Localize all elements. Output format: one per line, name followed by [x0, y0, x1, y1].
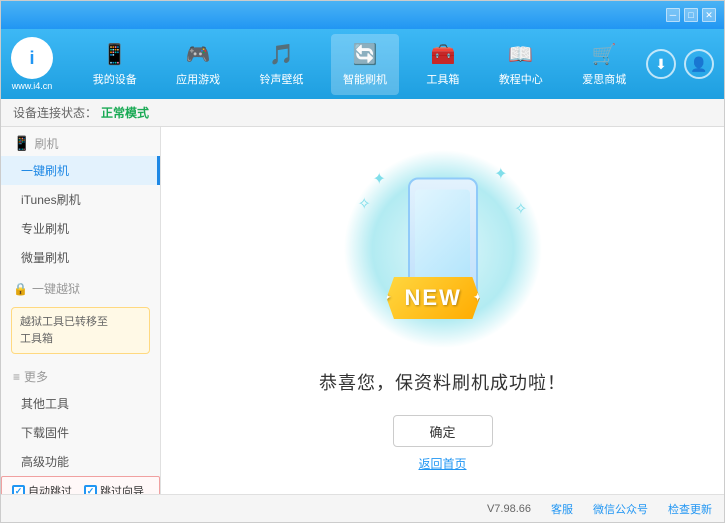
sidebar-locked-section: 🔒 一键越狱	[1, 272, 160, 301]
flash-section-label: 刷机	[34, 135, 58, 152]
nav-label-apps-games: 应用游戏	[176, 71, 220, 87]
nav-label-smart-flash: 智能刷机	[343, 71, 387, 87]
micro-flash-label: 微量刷机	[21, 251, 69, 265]
advanced-label: 高级功能	[21, 455, 69, 469]
auto-jump-box[interactable]	[12, 485, 25, 495]
sparkle-4: ✧	[514, 199, 527, 219]
nav-items: 📱 我的设备 🎮 应用游戏 🎵 铃声壁纸 🔄 智能刷机 🧰 工具箱 📖	[73, 34, 646, 95]
nav-item-apps-games[interactable]: 🎮 应用游戏	[164, 34, 232, 95]
pro-flash-label: 专业刷机	[21, 222, 69, 236]
nav-label-my-device: 我的设备	[93, 71, 137, 87]
center-content: ✦ ✦ ✧ ✧ ✦ NEW ✦ 恭喜您，保	[161, 127, 724, 494]
logo-url: www.i4.cn	[12, 81, 53, 91]
home-link[interactable]: 返回首页	[418, 455, 466, 472]
status-bar: 设备连接状态： 正常模式	[1, 99, 724, 127]
sparkle-3: ✧	[358, 194, 371, 214]
smart-flash-icon: 🔄	[353, 42, 378, 67]
apps-games-icon: 🎮	[186, 42, 211, 67]
sidebar-item-pro-flash[interactable]: 专业刷机	[1, 214, 160, 243]
new-badge: ✦ NEW ✦	[387, 277, 480, 319]
nav-item-my-device[interactable]: 📱 我的设备	[81, 34, 149, 95]
customer-service-link[interactable]: 客服	[551, 501, 573, 517]
sidebar-item-one-key-flash[interactable]: 一键刷机	[1, 156, 160, 185]
tutorial-icon: 📖	[508, 42, 533, 67]
nav-label-toolbox: 工具箱	[426, 71, 459, 87]
mall-icon: 🛒	[592, 42, 617, 67]
confirm-button[interactable]: 确定	[393, 415, 493, 447]
download-firmware-label: 下载固件	[21, 426, 69, 440]
nav-item-ringtone[interactable]: 🎵 铃声壁纸	[248, 34, 316, 95]
title-bar: ─ □ ✕	[1, 1, 724, 29]
sidebar-item-download-firmware[interactable]: 下载固件	[1, 418, 160, 447]
more-section-icon: ≡	[13, 370, 20, 384]
check-update-link[interactable]: 检查更新	[668, 501, 712, 517]
nav-label-tutorial: 教程中心	[499, 71, 543, 87]
sidebar-note: 越狱工具已转移至 工具箱	[11, 307, 150, 354]
footer: V7.98.66 客服 微信公众号 检查更新	[1, 494, 724, 522]
close-button[interactable]: ✕	[702, 8, 716, 22]
nav-item-smart-flash[interactable]: 🔄 智能刷机	[331, 34, 399, 95]
sidebar-item-advanced[interactable]: 高级功能	[1, 447, 160, 476]
nav-item-mall[interactable]: 🛒 爱思商城	[570, 34, 638, 95]
phone-screen	[415, 190, 470, 280]
locked-label: 一键越狱	[32, 280, 80, 297]
wechat-link[interactable]: 微信公众号	[593, 501, 648, 517]
more-section-label: 更多	[24, 368, 48, 385]
user-button[interactable]: 👤	[684, 49, 714, 79]
version-value: 7.98.66	[494, 503, 531, 515]
my-device-icon: 📱	[102, 42, 127, 67]
sparkle-2: ✦	[494, 164, 507, 184]
nav-label-ringtone: 铃声壁纸	[260, 71, 304, 87]
success-illustration: ✦ ✦ ✧ ✧ ✦ NEW ✦	[343, 149, 543, 349]
download-button[interactable]: ⬇	[646, 49, 676, 79]
itunes-flash-label: iTunes刷机	[21, 193, 81, 207]
status-value: 正常模式	[101, 104, 149, 121]
sidebar: 📱 刷机 一键刷机 iTunes刷机 专业刷机 微量刷机 🔒 一键越狱 越狱工具…	[1, 127, 161, 494]
sidebar-item-micro-flash[interactable]: 微量刷机	[1, 243, 160, 272]
top-nav: i www.i4.cn 📱 我的设备 🎮 应用游戏 🎵 铃声壁纸 🔄 智能刷机 …	[1, 29, 724, 99]
nav-right-buttons: ⬇ 👤	[646, 49, 714, 79]
sparkle-1: ✦	[373, 169, 386, 189]
window-controls: ─ □ ✕	[666, 8, 716, 22]
sidebar-section-more: ≡ 更多	[1, 360, 160, 389]
lock-icon: 🔒	[13, 282, 28, 296]
sidebar-section-flash: 📱 刷机	[1, 127, 160, 156]
new-badge-text: NEW	[405, 285, 462, 310]
main-content: 📱 刷机 一键刷机 iTunes刷机 专业刷机 微量刷机 🔒 一键越狱 越狱工具…	[1, 127, 724, 494]
minimize-button[interactable]: ─	[666, 8, 680, 22]
toolbox-icon: 🧰	[430, 42, 455, 67]
flash-section-icon: 📱	[13, 135, 30, 152]
nav-item-toolbox[interactable]: 🧰 工具箱	[414, 34, 471, 95]
sidebar-note-text: 越狱工具已转移至 工具箱	[20, 316, 108, 345]
nav-item-tutorial[interactable]: 📖 教程中心	[487, 34, 555, 95]
logo-icon: i	[11, 37, 53, 79]
skip-wizard-checkbox[interactable]: 跳过向导	[84, 483, 144, 494]
success-message: 恭喜您，保资料刷机成功啦！	[319, 369, 566, 395]
skip-wizard-label: 跳过向导	[100, 483, 144, 494]
version-number: V7.98.66	[487, 503, 531, 515]
ringtone-icon: 🎵	[269, 42, 294, 67]
sidebar-item-other-tools[interactable]: 其他工具	[1, 389, 160, 418]
status-label: 设备连接状态：	[13, 104, 97, 121]
other-tools-label: 其他工具	[21, 397, 69, 411]
nav-label-mall: 爱思商城	[582, 71, 626, 87]
maximize-button[interactable]: □	[684, 8, 698, 22]
auto-jump-label: 自动跳过	[28, 483, 72, 494]
main-window: ─ □ ✕ i www.i4.cn 📱 我的设备 🎮 应用游戏 🎵 铃声壁纸	[0, 0, 725, 523]
logo-area: i www.i4.cn	[11, 37, 53, 91]
skip-wizard-box[interactable]	[84, 485, 97, 495]
auto-jump-checkbox[interactable]: 自动跳过	[12, 483, 72, 494]
sidebar-item-itunes-flash[interactable]: iTunes刷机	[1, 185, 160, 214]
checkbox-row: 自动跳过 跳过向导	[1, 476, 160, 494]
one-key-flash-label: 一键刷机	[21, 164, 69, 178]
